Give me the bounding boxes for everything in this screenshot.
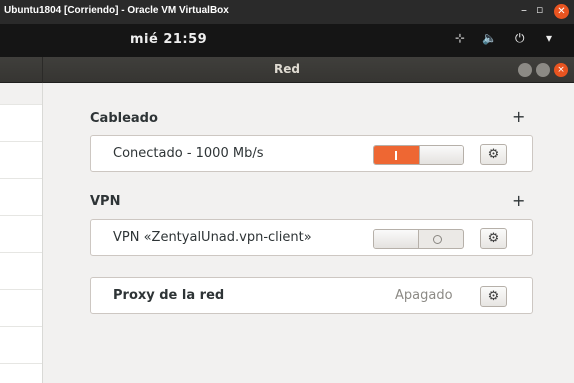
proxy-row[interactable]: Proxy de la red Apagado ⚙ (90, 277, 533, 314)
add-vpn-button[interactable]: + (512, 191, 525, 210)
sidebar-item[interactable] (0, 142, 42, 179)
maximize-window-button[interactable] (536, 63, 550, 77)
wired-toggle-switch[interactable] (373, 145, 464, 165)
switch-on-track (374, 146, 419, 164)
vpn-connection-label: VPN «ZentyalUnad.vpn-client» (113, 230, 312, 245)
sidebar-item[interactable] (0, 253, 42, 290)
minimize-window-button[interactable] (518, 63, 532, 77)
vpn-toggle-switch[interactable] (373, 229, 464, 249)
gear-icon: ⚙ (487, 147, 500, 162)
clock[interactable]: mié 21:59 (130, 32, 207, 47)
gear-icon: ⚙ (487, 289, 500, 304)
wired-settings-button[interactable]: ⚙ (480, 144, 507, 165)
sidebar-item[interactable] (0, 216, 42, 253)
minimize-icon[interactable]: – (521, 3, 527, 17)
close-icon[interactable]: ✕ (554, 4, 569, 19)
wired-status-label: Conectado - 1000 Mb/s (113, 146, 264, 161)
vpn-settings-button[interactable]: ⚙ (480, 228, 507, 249)
wired-section-title: Cableado (90, 111, 158, 126)
chevron-down-icon[interactable]: ▾ (546, 31, 552, 45)
vpn-connection-row: VPN «ZentyalUnad.vpn-client» ⚙ (90, 219, 533, 256)
add-wired-button[interactable]: + (512, 107, 525, 126)
sidebar-item[interactable] (0, 327, 42, 364)
sidebar-spacer (0, 83, 42, 105)
network-wired-icon[interactable]: ⊹ (455, 31, 465, 45)
virtualbox-window-title: Ubuntu1804 [Corriendo] - Oracle VM Virtu… (4, 5, 229, 16)
virtualbox-titlebar: Ubuntu1804 [Corriendo] - Oracle VM Virtu… (0, 0, 574, 24)
proxy-status: Apagado (395, 288, 453, 303)
gear-icon: ⚙ (487, 231, 500, 246)
volume-icon[interactable]: 🔈 (482, 31, 497, 45)
page-title: Red (274, 62, 300, 76)
ubuntu-top-bar: mié 21:59 ⊹ 🔈 ⏻ ▾ (0, 24, 574, 57)
proxy-settings-button[interactable]: ⚙ (480, 286, 507, 307)
power-icon[interactable]: ⏻ (515, 31, 525, 46)
sidebar-item[interactable] (0, 179, 42, 216)
maximize-icon[interactable]: ▫ (536, 3, 543, 16)
switch-off-indicator (433, 235, 442, 244)
network-panel: Cableado + Conectado - 1000 Mb/s ⚙ VPN +… (44, 83, 574, 383)
sidebar-item[interactable] (0, 290, 42, 327)
vpn-section-title: VPN (90, 194, 121, 209)
settings-sidebar (0, 83, 43, 383)
sidebar-item[interactable] (0, 105, 42, 142)
switch-on-indicator (395, 151, 397, 160)
close-window-button[interactable]: × (554, 63, 568, 77)
proxy-label: Proxy de la red (113, 288, 225, 303)
switch-knob (374, 230, 419, 248)
settings-headerbar: Red × (0, 57, 574, 83)
switch-knob (419, 146, 463, 164)
wired-connection-row: Conectado - 1000 Mb/s ⚙ (90, 135, 533, 172)
